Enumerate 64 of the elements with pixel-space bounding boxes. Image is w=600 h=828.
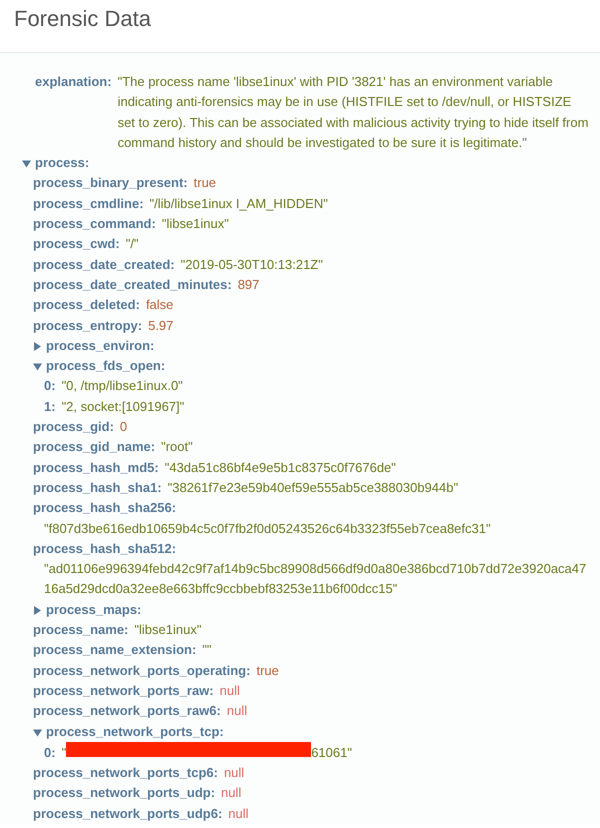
property-value: null xyxy=(221,784,242,802)
property-value: "ad01106e996394febd42c9f7af14b9c5bc89908d566df9d0a80e386bcd710b7dd72e3920aca4716a5d29dcd0a32ee8e663bffc9ccbbebf83253e11b6f00dcc15" xyxy=(44,560,588,598)
property-key[interactable]: process_maps: xyxy=(46,600,142,620)
property-key: process_network_ports_udp: xyxy=(33,783,216,804)
property-key: process_binary_present: xyxy=(33,173,188,194)
property-value: "" xyxy=(202,641,212,660)
property-value: "/" xyxy=(126,235,139,254)
property-key: process_date_created_minutes: xyxy=(33,274,232,296)
property-value: false xyxy=(146,296,174,314)
property-key: process_network_ports_tcp6: xyxy=(33,763,218,784)
property-value: null xyxy=(226,702,248,720)
property-key: process_hash_md5: xyxy=(33,458,159,478)
property-key: process_network_ports_operating: xyxy=(33,660,250,681)
property-key: process_network_ports_raw6: xyxy=(33,701,221,722)
property-value: "f807d3be616edb10659b4c5c0f7fb2f0d05243526c64b3323f55eb7cea8efc31" xyxy=(44,520,491,538)
property-value: "libse1inux" xyxy=(162,215,229,234)
property-value: "/lib/libse1inux I_AM_HIDDEN" xyxy=(150,194,328,213)
property-key: process_hash_sha1: xyxy=(33,478,162,498)
page-title: Forensic Data xyxy=(14,6,152,32)
property-key: 0: xyxy=(44,376,56,397)
property-value: "root" xyxy=(161,438,193,456)
collapse-toggle-icon[interactable] xyxy=(33,728,42,736)
property-value: " xyxy=(62,744,66,762)
property-key: process_name_extension: xyxy=(33,640,196,661)
property-key: process_cmdline: xyxy=(33,194,144,214)
property-key: process_network_ports_udp6: xyxy=(33,804,222,824)
property-key: 1: xyxy=(44,396,56,418)
property-key: process_gid: xyxy=(33,417,114,438)
property-value: "43da51c86bf4e9e5b1c8375c0f7676de" xyxy=(164,458,396,477)
property-value: null xyxy=(224,764,244,782)
property-value: "0, /tmp/libse1inux.0" xyxy=(62,377,183,396)
property-value: true xyxy=(194,174,216,192)
collapse-toggle-icon[interactable] xyxy=(33,362,42,372)
property-value: null xyxy=(220,682,240,700)
property-value: "libse1inux" xyxy=(134,621,202,640)
property-key: process_deleted: xyxy=(33,295,140,316)
property-key[interactable]: process_fds_open: xyxy=(46,356,166,376)
expand-toggle-icon[interactable] xyxy=(33,342,42,351)
property-key: process_network_ports_raw: xyxy=(33,680,214,702)
property-value: "2019-05-30T10:13:21Z" xyxy=(180,256,323,274)
property-key: process_command: xyxy=(33,214,156,234)
property-key: process_hash_sha512: xyxy=(33,538,176,560)
property-key[interactable]: process: xyxy=(35,153,90,174)
property-key: explanation: xyxy=(35,72,112,92)
property-value: 61061" xyxy=(311,744,352,762)
property-value: 5.97 xyxy=(148,316,174,335)
property-key: process_cwd: xyxy=(33,234,120,255)
property-key: process_gid_name: xyxy=(33,437,156,458)
expand-toggle-icon[interactable] xyxy=(33,606,42,615)
property-key: process_entropy: xyxy=(33,316,142,336)
property-value: null xyxy=(228,804,249,823)
property-value: "38261f7e23e59b40ef59e555ab5ce388030b944b" xyxy=(168,478,458,497)
property-key: process_name: xyxy=(33,620,128,640)
property-value: "The process name 'libse1inux' with PID '3821' has an environment variable indicating anti-forensics may be in use (HISTFILE set to /dev/null, or HISTSIZE set to zero). This can be associated with malicious activity trying to hide itself from command history and should be investigated to be sure it is legitimate." xyxy=(118,73,590,152)
property-value: true xyxy=(256,662,279,680)
property-value: 897 xyxy=(238,276,260,294)
property-key: 0: xyxy=(44,742,56,764)
collapse-toggle-icon[interactable] xyxy=(22,159,31,168)
property-value: 0 xyxy=(120,418,128,436)
property-value: "2, socket:[1091967]" xyxy=(62,398,184,416)
property-key[interactable]: process_environ: xyxy=(46,336,154,356)
property-key[interactable]: process_network_ports_tcp: xyxy=(46,722,224,742)
property-key: process_date_created: xyxy=(33,254,175,275)
property-key: process_hash_sha256: xyxy=(33,498,176,519)
